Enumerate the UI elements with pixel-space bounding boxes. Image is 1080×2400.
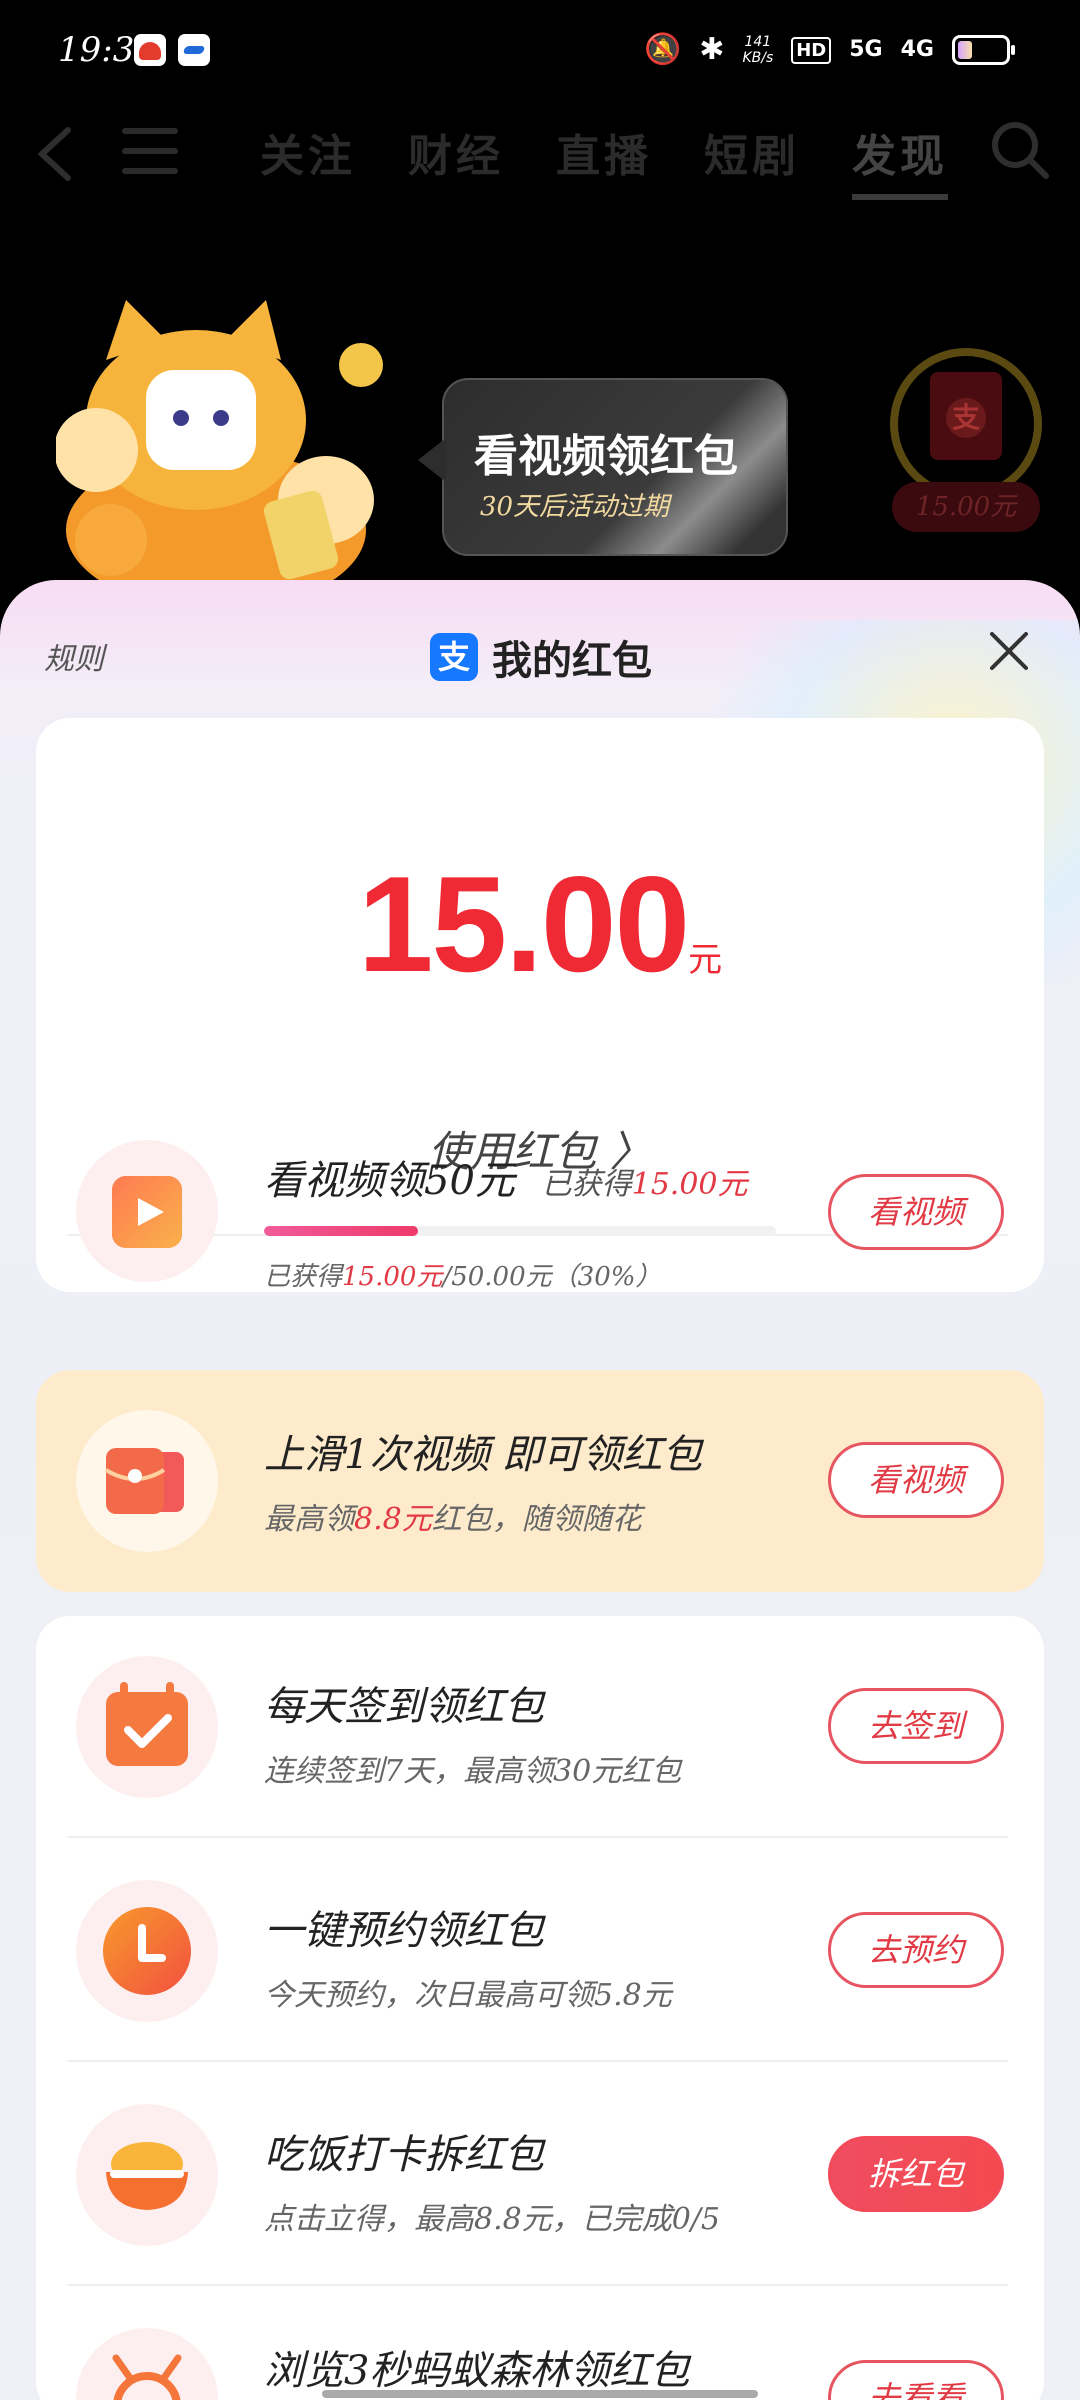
divider [68, 2284, 1008, 2286]
progress-suffix: /50.00元（30%） [442, 1262, 662, 1292]
earned-value: 15.00元 [631, 1167, 748, 1202]
watch-video-button[interactable]: 看视频 [828, 1442, 1004, 1518]
balance-amount: 15.00元 [36, 846, 1044, 1002]
tab-live[interactable]: 直播 [556, 120, 652, 200]
check-in-button[interactable]: 去签到 [828, 1688, 1004, 1764]
promo-bubble[interactable]: 看视频领红包 30天后活动过期 [418, 378, 788, 556]
watch-video-button[interactable]: 看视频 [828, 1174, 1004, 1250]
task-subtitle: 今天预约，次日最高可领5.8元 [264, 1978, 672, 2013]
signal-4g-icon: 4G [900, 37, 934, 62]
task-ant-forest: 浏览3秒蚂蚁森林领红包 去看看 [36, 2288, 1044, 2400]
bird-app-notification-icon [178, 34, 210, 66]
alipay-logo-icon: 支 [430, 633, 478, 681]
red-envelope-icon [76, 1410, 218, 1552]
home-indicator[interactable] [322, 2390, 758, 2398]
app-notification-icon [134, 34, 166, 66]
red-envelope-icon: 支 [930, 372, 1002, 460]
battery-icon [952, 35, 1015, 65]
hd-voice-icon: HD [791, 36, 832, 64]
progress-value: 15.00元 [342, 1262, 443, 1292]
task-progress-text: 已获得15.00元/50.00元（30%） [264, 1256, 661, 1293]
subtitle-prefix: 最高领 [264, 1502, 354, 1537]
lucky-cat-mascot-image [56, 300, 383, 590]
sheet-header: 规则 支 我的红包 [0, 580, 1080, 720]
task-title: 看视频领50元 已获得15.00元 [264, 1148, 748, 1206]
signal-5g-icon: 5G [849, 37, 883, 62]
tab-discover[interactable]: 发现 [852, 120, 948, 200]
task-title: 浏览3秒蚂蚁森林领红包 [264, 2348, 690, 2394]
progress-prefix: 已获得 [264, 1262, 343, 1292]
reserve-button[interactable]: 去预约 [828, 1912, 1004, 1988]
task-title: 吃饭打卡拆红包 [264, 2132, 544, 2178]
network-speed-value: 141 [744, 34, 772, 50]
top-navigation: 关注 财经 直播 短剧 发现 [0, 110, 1080, 200]
search-icon[interactable] [988, 118, 1052, 182]
task-subtitle: 连续签到7天，最高领30元红包 [264, 1754, 682, 1789]
promo-subtitle: 30天后活动过期 [480, 492, 670, 522]
task-title: 一键预约领红包 [264, 1908, 544, 1954]
open-red-envelope-button[interactable]: 拆红包 [828, 2136, 1004, 2212]
network-speed: 141 KB/s [742, 34, 773, 66]
sheet-title-text: 我的红包 [492, 638, 652, 684]
tab-finance[interactable]: 财经 [408, 120, 504, 200]
balance-value: 15.00 [357, 848, 690, 1000]
task-swipe-video-card: 上滑1次视频 即可领红包 最高领8.8元红包，随领随花 看视频 [36, 1370, 1044, 1592]
subtitle-suffix: 红包，随领随花 [431, 1502, 642, 1537]
task-watch-video: 看视频领50元 已获得15.00元 已获得15.00元/50.00元（30%） … [36, 1098, 1044, 1338]
close-icon[interactable] [984, 626, 1034, 676]
task-title-text: 看视频领50元 [264, 1158, 515, 1204]
task-title: 每天签到领红包 [264, 1684, 544, 1730]
task-reserve: 一键预约领红包 今天预约，次日最高可领5.8元 去预约 [36, 1840, 1044, 2062]
mute-icon: 🔕 [643, 32, 682, 67]
status-bar: 19:39 🔕 ✱ 141 KB/s HD 5G 4G [0, 0, 1080, 96]
task-daily-checkin: 每天签到领红包 连续签到7天，最高领30元红包 去签到 [36, 1616, 1044, 1838]
task-progress-fill [264, 1226, 418, 1236]
tab-short-drama[interactable]: 短剧 [704, 120, 800, 200]
balance-unit: 元 [688, 940, 723, 980]
divider [68, 1836, 1008, 1838]
ant-icon [76, 2328, 218, 2400]
task-subtitle: 点击立得，最高8.8元，已完成0/5 [264, 2202, 720, 2237]
clock-icon [76, 1880, 218, 2022]
earned-prefix: 已获得 [541, 1167, 632, 1202]
back-arrow-icon[interactable] [32, 124, 80, 184]
play-video-icon [76, 1140, 218, 1282]
nav-tabs: 关注 财经 直播 短剧 发现 [260, 120, 948, 200]
promo-title: 看视频领红包 [474, 431, 738, 482]
view-button[interactable]: 去看看 [828, 2360, 1004, 2400]
menu-icon[interactable] [122, 128, 178, 180]
task-meal-checkin: 吃饭打卡拆红包 点击立得，最高8.8元，已完成0/5 拆红包 [36, 2064, 1044, 2286]
divider [68, 2060, 1008, 2062]
task-subtitle: 最高领8.8元红包，随领随花 [264, 1494, 642, 1538]
alipay-mark: 支 [946, 398, 986, 438]
network-speed-unit: KB/s [742, 50, 774, 66]
task-progress-bar [264, 1226, 776, 1236]
bluetooth-icon: ✱ [699, 32, 725, 67]
rice-bowl-icon [76, 2104, 218, 2246]
rules-link[interactable]: 规则 [44, 634, 104, 678]
task-title: 上滑1次视频 即可领红包 [264, 1432, 703, 1478]
subtitle-value: 8.8元 [354, 1502, 432, 1537]
tab-follow[interactable]: 关注 [260, 120, 356, 200]
ring-amount-badge: 15.00元 [892, 482, 1040, 532]
task-list-card: 每天签到领红包 连续签到7天，最高领30元红包 去签到 一键预约领红包 今天预约… [36, 1616, 1044, 2400]
calendar-check-icon [76, 1656, 218, 1798]
sheet-title: 支 我的红包 [430, 628, 652, 686]
